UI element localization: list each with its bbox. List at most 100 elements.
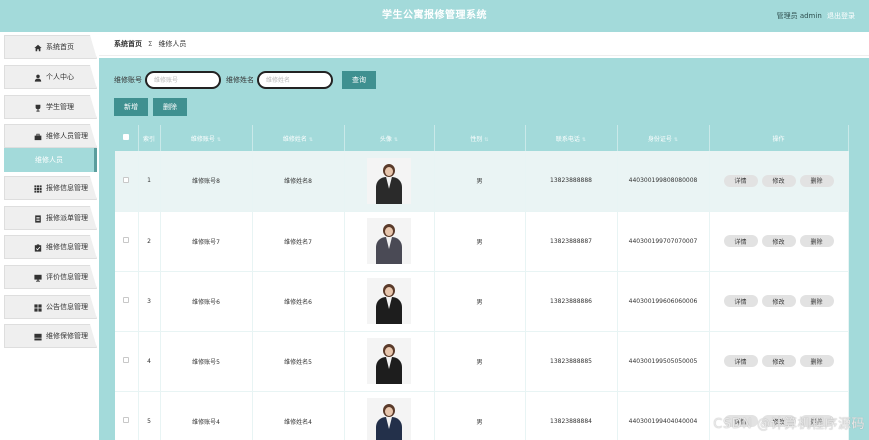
search-input-account[interactable] xyxy=(145,71,221,89)
sidebar-item-students[interactable]: 学生管理 xyxy=(4,95,97,119)
detail-button[interactable]: 详情 xyxy=(723,355,758,367)
delete-button[interactable]: 删除 xyxy=(799,295,834,307)
sort-icon[interactable]: ⇅ xyxy=(217,137,221,143)
search-bar: 维修账号 维修姓名 查询 xyxy=(114,70,376,90)
sidebar-item-label: 系统首页 xyxy=(46,43,74,51)
cell-name: 维修姓名7 xyxy=(252,211,345,272)
sidebar-item-label: 报修派单管理 xyxy=(46,214,88,222)
watermark: CSDN @计算机程序源码 xyxy=(713,417,865,432)
sort-icon[interactable]: ⇅ xyxy=(484,137,488,143)
table-row[interactable]: 1 维修账号8 维修姓名8 男 13823888888 440300199808… xyxy=(115,151,849,212)
sidebar-item-repair-info[interactable]: 报修信息管理 xyxy=(4,176,97,200)
sidebar: 系统首页 个人中心 学生管理 维修人员管理 维修人员 报修信息管理 报修派单管理… xyxy=(0,32,99,440)
select-all-checkbox[interactable] xyxy=(123,134,130,140)
cell-name: 维修姓名6 xyxy=(252,271,345,332)
user-role: 管理员 admin xyxy=(776,12,822,20)
logout-link[interactable]: 退出登录 xyxy=(827,12,855,20)
breadcrumb-separator: Σ xyxy=(148,39,153,48)
sidebar-item-reviews[interactable]: 评价信息管理 xyxy=(4,265,97,289)
cell-gender: 男 xyxy=(434,331,526,392)
grid-icon xyxy=(34,185,42,193)
delete-button[interactable]: 删除 xyxy=(799,235,834,247)
trophy-icon xyxy=(35,104,41,112)
cell-id-card: 440300199505050005 xyxy=(617,331,710,392)
search-input-name[interactable] xyxy=(257,71,333,89)
sidebar-item-home[interactable]: 系统首页 xyxy=(4,35,97,59)
briefcase-icon xyxy=(34,133,42,141)
cell-index: 3 xyxy=(138,271,161,332)
cell-account: 维修账号6 xyxy=(160,271,253,332)
sidebar-item-dispatch[interactable]: 报修派单管理 xyxy=(4,206,97,230)
inbox-icon xyxy=(34,333,42,341)
cell-name: 维修姓名8 xyxy=(252,151,345,212)
cell-gender: 男 xyxy=(434,391,526,440)
cell-index: 4 xyxy=(138,331,161,392)
cell-gender: 男 xyxy=(434,151,526,212)
sidebar-item-label: 个人中心 xyxy=(46,73,74,81)
delete-button[interactable]: 删除 xyxy=(799,174,834,187)
column-header[interactable]: 维修姓名 ⇅ xyxy=(252,125,345,151)
detail-button[interactable]: 详情 xyxy=(723,295,758,307)
avatar[interactable] xyxy=(367,157,411,204)
top-header: 学生公寓报修管理系统 管理员 admin 退出登录 xyxy=(0,0,869,32)
cell-account: 维修账号4 xyxy=(160,391,253,440)
search-label-name: 维修姓名 xyxy=(226,76,254,84)
column-header[interactable]: 头像 ⇅ xyxy=(344,125,435,151)
row-checkbox[interactable] xyxy=(123,176,130,183)
column-header: 索引 xyxy=(138,125,161,151)
search-label-account: 维修账号 xyxy=(114,76,142,84)
cell-index: 5 xyxy=(138,391,161,440)
column-header[interactable]: 联系电话 ⇅ xyxy=(525,125,618,151)
row-checkbox[interactable] xyxy=(123,297,130,303)
detail-button[interactable]: 详情 xyxy=(723,235,758,247)
cell-phone: 13823888884 xyxy=(525,391,618,440)
table-row[interactable]: 3 维修账号6 维修姓名6 男 13823888886 440300199606… xyxy=(115,271,849,332)
row-checkbox[interactable] xyxy=(123,237,130,243)
sidebar-item-profile[interactable]: 个人中心 xyxy=(4,65,97,89)
sort-icon[interactable]: ⇅ xyxy=(582,137,586,143)
sidebar-item-label: 学生管理 xyxy=(46,103,74,111)
detail-button[interactable]: 详情 xyxy=(723,174,758,187)
sort-icon[interactable]: ⇅ xyxy=(394,137,398,143)
sidebar-item-warranty[interactable]: 维修保修管理 xyxy=(4,324,97,348)
sort-icon[interactable]: ⇅ xyxy=(674,137,678,143)
avatar[interactable] xyxy=(367,398,411,440)
cell-index: 1 xyxy=(138,151,161,212)
cell-index: 2 xyxy=(138,211,161,272)
action-bar: 新增 删除 xyxy=(114,98,192,116)
avatar[interactable] xyxy=(367,278,411,324)
sidebar-item-label: 维修保修管理 xyxy=(46,332,88,340)
column-header[interactable]: 性别 ⇅ xyxy=(434,125,526,151)
edit-button[interactable]: 修改 xyxy=(761,174,796,187)
edit-button[interactable]: 修改 xyxy=(761,235,796,247)
row-checkbox[interactable] xyxy=(123,417,130,423)
edit-button[interactable]: 修改 xyxy=(761,355,796,367)
edit-button[interactable]: 修改 xyxy=(761,295,796,307)
cell-phone: 13823888886 xyxy=(525,271,618,332)
sidebar-item-label: 公告信息管理 xyxy=(46,303,88,311)
column-header[interactable]: 身份证号 ⇅ xyxy=(617,125,710,151)
avatar[interactable] xyxy=(367,338,411,384)
breadcrumb-current: 维修人员 xyxy=(158,39,187,48)
sidebar-item-repairmen[interactable]: 维修人员管理 xyxy=(4,124,97,148)
sort-icon[interactable]: ⇅ xyxy=(309,137,313,143)
sidebar-item-maintenance[interactable]: 维修信息管理 xyxy=(4,235,97,259)
sidebar-item-notices[interactable]: 公告信息管理 xyxy=(4,295,97,319)
breadcrumb-home[interactable]: 系统首页 xyxy=(114,39,142,49)
cell-gender: 男 xyxy=(434,271,526,332)
row-checkbox[interactable] xyxy=(123,357,130,363)
sidebar-subitem-label: 维修人员 xyxy=(35,156,63,164)
bulk-delete-button[interactable]: 删除 xyxy=(153,98,187,116)
query-button[interactable]: 查询 xyxy=(342,71,376,89)
select-all-header[interactable] xyxy=(115,125,139,151)
repairmen-table: 索引 维修账号 ⇅ 维修姓名 ⇅ 头像 ⇅ 性别 ⇅ 联系电话 ⇅ 身份证号 ⇅ 操作 1 … xyxy=(115,125,849,440)
table-row[interactable]: 2 维修账号7 维修姓名7 男 13823888887 440300199707… xyxy=(115,211,849,272)
cell-name: 维修姓名5 xyxy=(252,331,345,392)
cell-account: 维修账号8 xyxy=(160,151,253,212)
table-row[interactable]: 4 维修账号5 维修姓名5 男 13823888885 440300199505… xyxy=(115,331,849,392)
add-button[interactable]: 新增 xyxy=(114,98,148,116)
avatar[interactable] xyxy=(367,218,411,264)
delete-button[interactable]: 删除 xyxy=(799,355,834,367)
sidebar-subitem-repairmen[interactable]: 维修人员 xyxy=(4,148,97,172)
column-header[interactable]: 维修账号 ⇅ xyxy=(160,125,253,151)
